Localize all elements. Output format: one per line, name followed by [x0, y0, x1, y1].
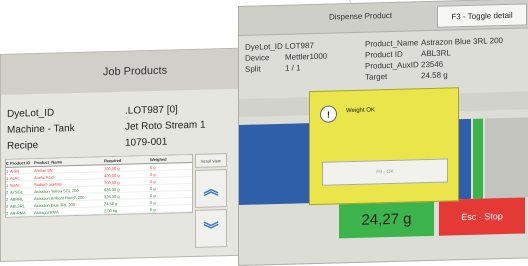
required-cell: 326,00 g	[104, 193, 120, 199]
dyelot-label: DyeLot_ID	[7, 107, 55, 120]
toggle-detail-button[interactable]: F3 - Toggle detail	[437, 3, 527, 28]
job-products-window: Job Products DyeLot_ID .LOT987 [0] Machi…	[0, 46, 270, 262]
stop-button[interactable]: Esc - Stop	[439, 197, 525, 236]
column-header-product-id[interactable]: Product ID	[10, 160, 34, 166]
device-label: Device	[245, 53, 270, 63]
required-cell: 24,58 g	[104, 200, 118, 206]
dyelot-value: LOT987	[285, 41, 314, 51]
dyelot-label: DyeLot_ID	[245, 41, 283, 52]
scroll-controls: Scroll View ︽ ︾	[195, 153, 227, 256]
machine-tank-label: Machine - Tank	[7, 123, 75, 136]
product-name-cell: Astragal RMA	[34, 208, 59, 215]
scroll-view-label: Scroll View	[195, 153, 227, 168]
double-chevron-down-icon: ︾	[203, 220, 219, 239]
required-cell: 2,00 kg	[104, 207, 118, 213]
target-window-marker	[473, 118, 483, 199]
weighed-cell: 0 g	[150, 185, 156, 191]
required-cell: 700,00 g	[104, 165, 120, 171]
split-value: 1 / 1	[285, 63, 301, 73]
product-id-label: Product ID	[365, 49, 403, 60]
column-header-required[interactable]: Required	[104, 157, 150, 163]
window-title: Dispense Product	[329, 10, 393, 22]
weighed-cell: 0 g	[150, 206, 156, 212]
product-id-cell: ABL3RL	[10, 202, 25, 209]
ok-button[interactable]: F9 - OK	[322, 158, 448, 186]
progress-remaining	[485, 117, 528, 199]
dispense-product-window: Dispense Product F3 - Toggle detail DyeL…	[238, 0, 528, 266]
device-value: Mettler1000	[285, 51, 328, 62]
weighed-cell: 0 g	[150, 199, 156, 205]
recipe-label: Recipe	[7, 140, 39, 152]
double-chevron-up-icon: ︽	[203, 180, 219, 199]
weighed-cell: 0 g	[150, 192, 156, 198]
product-id-cell: AYSGL	[10, 188, 24, 195]
info-icon: !	[320, 105, 337, 123]
target-value: 24.58 g	[421, 70, 448, 81]
split-label: Split	[245, 64, 261, 74]
product-id-cell: AcAc	[10, 174, 20, 181]
column-header-weighed[interactable]: Weighed	[150, 156, 188, 162]
product-id-cell: ABRRL	[10, 195, 24, 202]
weighed-cell: 0 g	[150, 171, 156, 177]
product-id-cell: AR-RMA	[10, 209, 26, 216]
required-cell: 700,00 g	[104, 179, 120, 185]
product-id-value: ABL3RL	[421, 48, 451, 59]
window-title: Job Products	[1, 47, 269, 95]
required-cell: 636,00 g	[104, 186, 120, 192]
product-name-label: Product_Name	[365, 38, 419, 49]
product-auxid-label: Product_AuxID	[365, 60, 419, 71]
scroll-up-button[interactable]: ︽	[195, 169, 227, 208]
table-body: 1 A-9N Amilan 9N 700,00 g0 g 1 AcAc Acetic Aci…	[6, 162, 192, 217]
weight-ok-dialog: ! Weight OK F9 - OK	[309, 87, 459, 206]
product-auxid-value: 23546	[421, 59, 444, 70]
column-header-product-name[interactable]: Product_Name	[34, 158, 104, 165]
target-label: Target	[365, 72, 388, 82]
current-weight-display: 24,27 g	[339, 199, 434, 239]
weighed-cell: 0 g	[150, 164, 156, 170]
weighed-cell: 0 g	[150, 178, 156, 184]
scroll-down-button[interactable]: ︾	[195, 209, 227, 248]
product-name-value: Astrazon Blue 3RL 200	[421, 36, 503, 48]
product-table: C Product ID Product_Name Required Weigh…	[5, 153, 193, 218]
product-id-cell: A-9N	[10, 167, 20, 174]
dispense-header: Dispense Product F3 - Toggle detail	[239, 0, 528, 36]
product-id-cell: NaAc	[10, 181, 20, 188]
required-cell: 400,00 g	[104, 172, 120, 178]
dialog-message: Weight OK	[346, 107, 375, 115]
